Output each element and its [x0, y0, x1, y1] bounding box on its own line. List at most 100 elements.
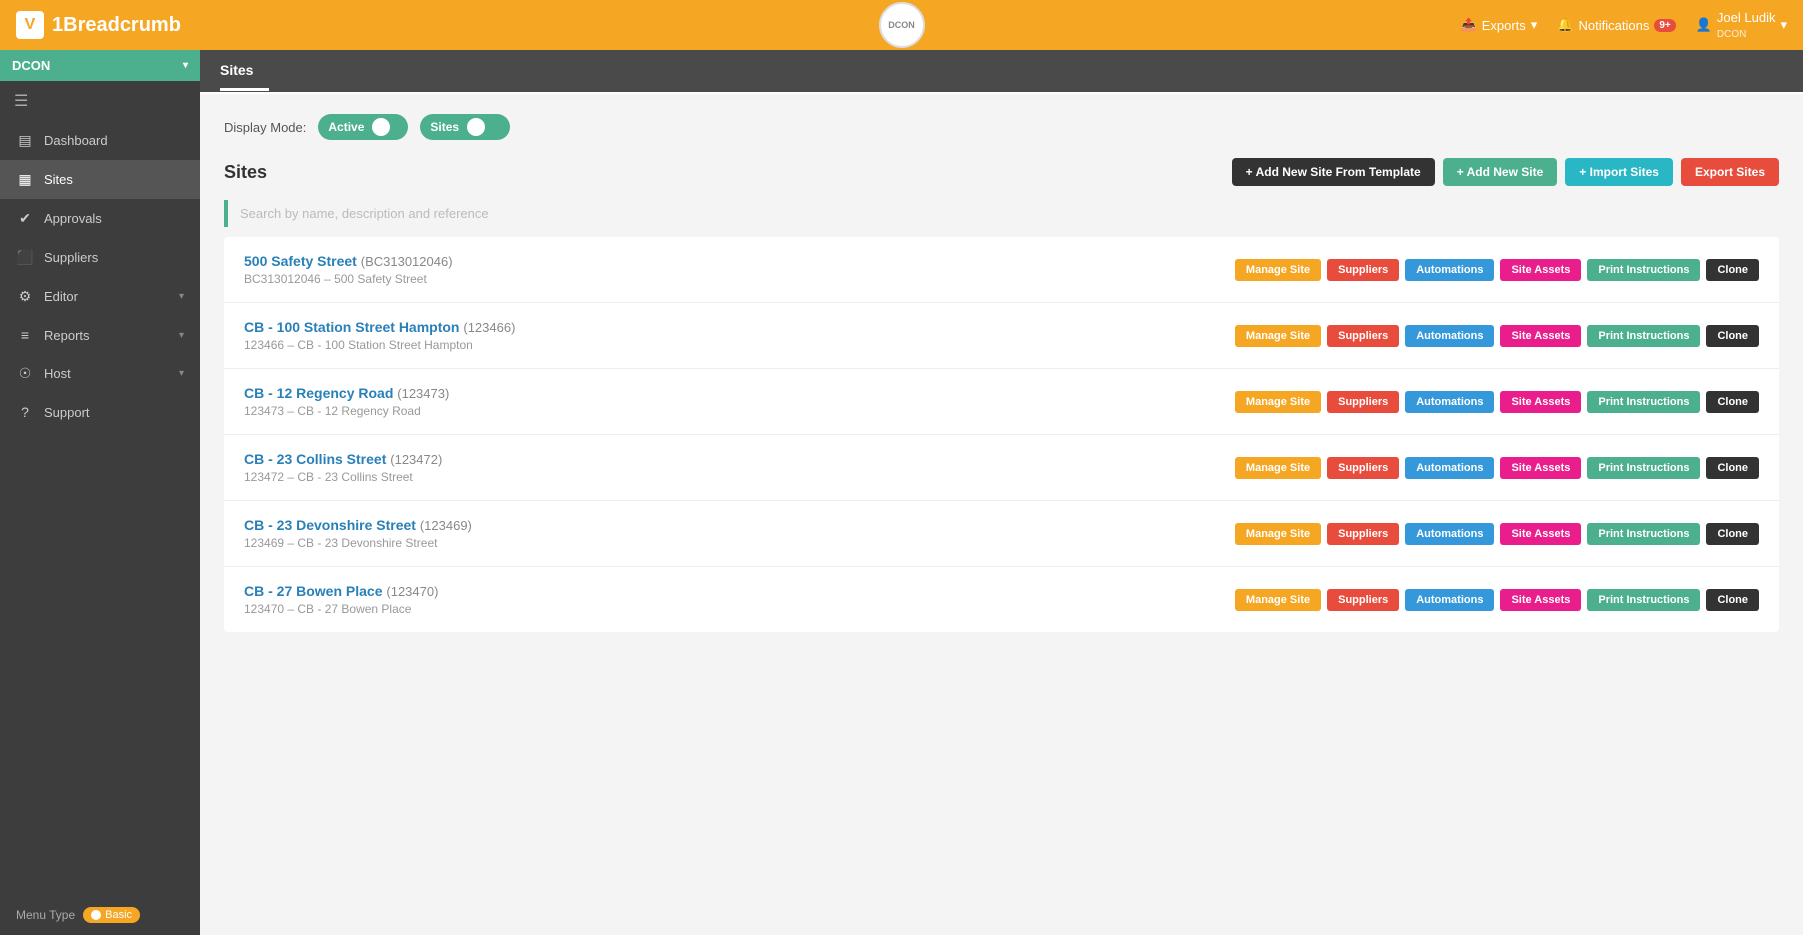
import-sites-button[interactable]: + Import Sites [1565, 158, 1673, 186]
sidebar-item-editor[interactable]: ⚙ Editor ▾ [0, 277, 200, 316]
tab-sites[interactable]: Sites [220, 52, 269, 91]
center-logo-area: dcon [879, 2, 925, 48]
sites-toggle[interactable]: Sites [420, 114, 510, 140]
manage-site-button[interactable]: Manage Site [1235, 259, 1321, 281]
add-site-from-template-button[interactable]: + Add New Site From Template [1232, 158, 1435, 186]
site-row: CB - 27 Bowen Place (123470) 123470 – CB… [224, 567, 1779, 632]
sidebar-item-suppliers[interactable]: ⬛ Suppliers [0, 238, 200, 277]
editor-icon: ⚙ [16, 288, 34, 305]
site-info: CB - 23 Devonshire Street (123469) 12346… [244, 517, 472, 550]
automations-button[interactable]: Automations [1405, 259, 1494, 281]
suppliers-button[interactable]: Suppliers [1327, 325, 1399, 347]
sidebar-item-sites[interactable]: ▦ Sites [0, 160, 200, 199]
notifications-nav-item[interactable]: 🔔 Notifications 9+ [1557, 17, 1675, 33]
search-input[interactable] [240, 200, 1779, 227]
export-sites-button[interactable]: Export Sites [1681, 158, 1779, 186]
search-bar [224, 200, 1779, 227]
site-actions: Manage Site Suppliers Automations Site A… [1235, 589, 1759, 611]
clone-button[interactable]: Clone [1706, 589, 1759, 611]
notifications-label: Notifications [1579, 18, 1650, 33]
site-subtext: 123472 – CB - 23 Collins Street [244, 470, 442, 484]
sidebar-item-host[interactable]: ☉ Host ▾ [0, 354, 200, 393]
print-instructions-button[interactable]: Print Instructions [1587, 391, 1700, 413]
site-assets-button[interactable]: Site Assets [1500, 457, 1581, 479]
site-info: CB - 12 Regency Road (123473) 123473 – C… [244, 385, 449, 418]
automations-button[interactable]: Automations [1405, 589, 1494, 611]
site-row: 500 Safety Street (BC313012046) BC313012… [224, 237, 1779, 303]
host-chevron: ▾ [179, 368, 184, 379]
exports-nav-item[interactable]: 📤 Exports ▾ [1461, 17, 1538, 33]
clone-button[interactable]: Clone [1706, 457, 1759, 479]
menu-type-toggle[interactable]: Basic [83, 907, 140, 923]
suppliers-button[interactable]: Suppliers [1327, 259, 1399, 281]
suppliers-button[interactable]: Suppliers [1327, 589, 1399, 611]
site-subtext: 123473 – CB - 12 Regency Road [244, 404, 449, 418]
automations-button[interactable]: Automations [1405, 457, 1494, 479]
site-code: (123466) [463, 320, 515, 335]
clone-button[interactable]: Clone [1706, 325, 1759, 347]
active-toggle-knob [372, 118, 390, 136]
site-row: CB - 100 Station Street Hampton (123466)… [224, 303, 1779, 369]
print-instructions-button[interactable]: Print Instructions [1587, 325, 1700, 347]
print-instructions-button[interactable]: Print Instructions [1587, 457, 1700, 479]
add-new-site-button[interactable]: + Add New Site [1443, 158, 1558, 186]
suppliers-button[interactable]: Suppliers [1327, 523, 1399, 545]
sidebar-item-approvals[interactable]: ✔ Approvals [0, 199, 200, 238]
tenant-selector[interactable]: DCON ▾ [0, 50, 200, 81]
menu-type-value: Basic [105, 909, 132, 921]
clone-button[interactable]: Clone [1706, 391, 1759, 413]
sidebar-item-label: Approvals [44, 211, 102, 226]
site-assets-button[interactable]: Site Assets [1500, 523, 1581, 545]
site-row: CB - 23 Devonshire Street (123469) 12346… [224, 501, 1779, 567]
site-assets-button[interactable]: Site Assets [1500, 325, 1581, 347]
manage-site-button[interactable]: Manage Site [1235, 457, 1321, 479]
top-nav-right: 📤 Exports ▾ 🔔 Notifications 9+ 👤 Joel Lu… [1461, 10, 1787, 40]
suppliers-button[interactable]: Suppliers [1327, 457, 1399, 479]
support-icon: ? [16, 404, 34, 420]
clone-button[interactable]: Clone [1706, 259, 1759, 281]
bell-icon: 🔔 [1557, 17, 1573, 33]
print-instructions-button[interactable]: Print Instructions [1587, 523, 1700, 545]
manage-site-button[interactable]: Manage Site [1235, 325, 1321, 347]
print-instructions-button[interactable]: Print Instructions [1587, 589, 1700, 611]
sites-list: 500 Safety Street (BC313012046) BC313012… [224, 237, 1779, 632]
notifications-badge: 9+ [1654, 19, 1675, 32]
site-assets-button[interactable]: Site Assets [1500, 391, 1581, 413]
exports-icon: 📤 [1461, 17, 1477, 33]
site-code: (123473) [397, 386, 449, 401]
sites-header: Sites + Add New Site From Template + Add… [224, 158, 1779, 186]
site-assets-button[interactable]: Site Assets [1500, 259, 1581, 281]
site-info: CB - 27 Bowen Place (123470) 123470 – CB… [244, 583, 438, 616]
sidebar-item-support[interactable]: ? Support [0, 393, 200, 431]
active-toggle[interactable]: Active [318, 114, 408, 140]
automations-button[interactable]: Automations [1405, 391, 1494, 413]
site-actions: Manage Site Suppliers Automations Site A… [1235, 325, 1759, 347]
top-nav: V 1Breadcrumb dcon 📤 Exports ▾ 🔔 Notific… [0, 0, 1803, 50]
manage-site-button[interactable]: Manage Site [1235, 589, 1321, 611]
sites-toggle-knob [467, 118, 485, 136]
suppliers-button[interactable]: Suppliers [1327, 391, 1399, 413]
automations-button[interactable]: Automations [1405, 325, 1494, 347]
menu-toggle[interactable]: ☰ [0, 81, 200, 121]
sidebar-bottom: Menu Type Basic [0, 895, 200, 935]
print-instructions-button[interactable]: Print Instructions [1587, 259, 1700, 281]
site-actions: Manage Site Suppliers Automations Site A… [1235, 391, 1759, 413]
brand-icon: V [16, 11, 44, 39]
site-actions: Manage Site Suppliers Automations Site A… [1235, 523, 1759, 545]
header-buttons: + Add New Site From Template + Add New S… [1232, 158, 1779, 186]
brand-logo[interactable]: V 1Breadcrumb [16, 11, 181, 39]
main-content: Sites Display Mode: Active Sites Sites [200, 50, 1803, 935]
manage-site-button[interactable]: Manage Site [1235, 523, 1321, 545]
automations-button[interactable]: Automations [1405, 523, 1494, 545]
sites-icon: ▦ [16, 171, 34, 188]
site-assets-button[interactable]: Site Assets [1500, 589, 1581, 611]
host-icon: ☉ [16, 365, 34, 382]
exports-chevron: ▾ [1531, 17, 1538, 33]
user-nav-item[interactable]: 👤 Joel Ludik DCON ▾ [1696, 10, 1787, 40]
sidebar-item-reports[interactable]: ≡ Reports ▾ [0, 316, 200, 354]
clone-button[interactable]: Clone [1706, 523, 1759, 545]
site-actions: Manage Site Suppliers Automations Site A… [1235, 457, 1759, 479]
manage-site-button[interactable]: Manage Site [1235, 391, 1321, 413]
site-name: 500 Safety Street (BC313012046) [244, 253, 453, 269]
sidebar-item-dashboard[interactable]: ▤ Dashboard [0, 121, 200, 160]
